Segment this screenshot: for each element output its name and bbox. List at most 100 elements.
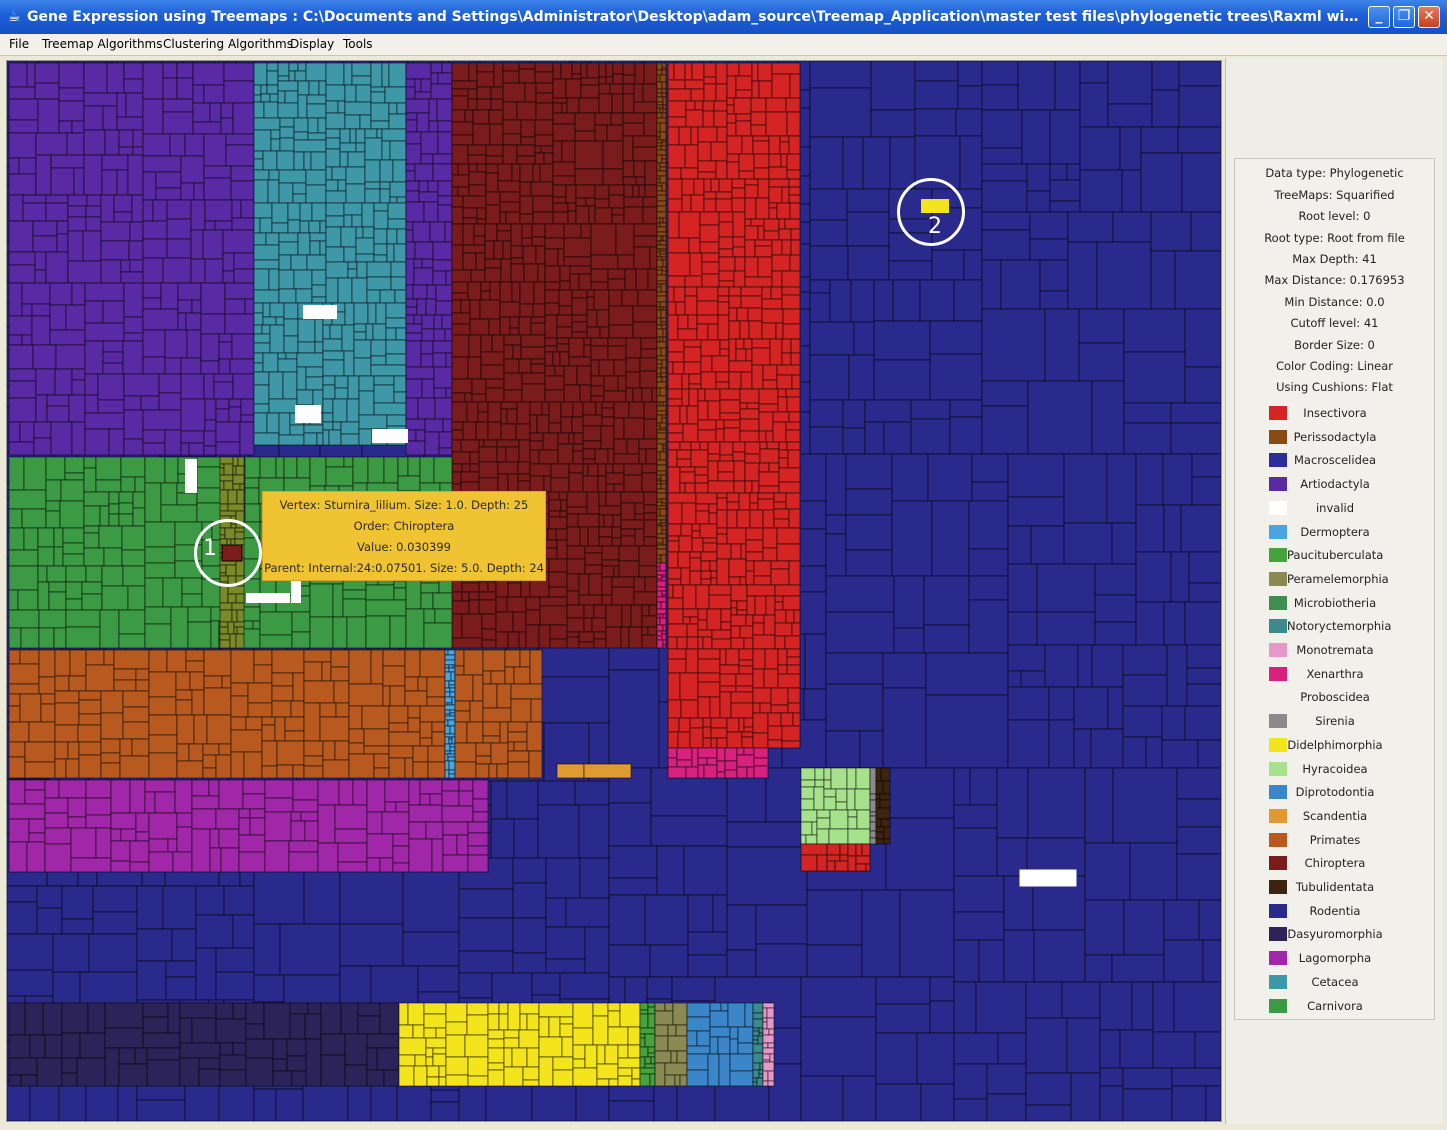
treemap-cell[interactable] xyxy=(711,638,732,650)
treemap-cell[interactable] xyxy=(607,1026,629,1046)
treemap-cell[interactable] xyxy=(660,367,667,374)
treemap-cell[interactable] xyxy=(58,100,85,122)
treemap-cell[interactable] xyxy=(691,537,704,553)
treemap-cell[interactable] xyxy=(667,578,682,586)
treemap-cell[interactable] xyxy=(22,202,47,222)
treemap-cell[interactable] xyxy=(65,609,101,628)
treemap-cell[interactable] xyxy=(478,439,485,448)
treemap-cell[interactable] xyxy=(606,124,624,142)
treemap-cell[interactable] xyxy=(451,591,463,602)
treemap-cell[interactable] xyxy=(421,378,435,399)
treemap-cell[interactable] xyxy=(777,388,787,398)
treemap-cell[interactable] xyxy=(300,811,319,822)
treemap-cell[interactable] xyxy=(384,86,407,104)
treemap-cell[interactable] xyxy=(656,501,663,507)
treemap-cell[interactable] xyxy=(8,489,47,510)
treemap-cell[interactable] xyxy=(869,811,877,817)
treemap-cell[interactable] xyxy=(277,358,298,373)
treemap-cell[interactable] xyxy=(667,1035,688,1052)
treemap-cell[interactable] xyxy=(718,256,736,272)
treemap-cell[interactable] xyxy=(202,743,220,756)
treemap-cell[interactable] xyxy=(319,702,337,718)
treemap-cell[interactable] xyxy=(444,221,453,243)
treemap-cell[interactable] xyxy=(702,636,713,650)
treemap-cell[interactable] xyxy=(981,211,1031,231)
treemap-cell[interactable] xyxy=(517,473,531,482)
treemap-cell[interactable] xyxy=(875,976,931,1005)
treemap-cell[interactable] xyxy=(176,492,198,506)
treemap-cell[interactable] xyxy=(232,456,239,467)
treemap-cell[interactable] xyxy=(707,480,735,494)
treemap-cell[interactable] xyxy=(605,463,614,474)
treemap-cell[interactable] xyxy=(129,840,150,863)
treemap-cell[interactable] xyxy=(875,780,884,795)
treemap-cell[interactable] xyxy=(8,841,28,873)
treemap-cell[interactable] xyxy=(78,713,102,726)
treemap-cell[interactable] xyxy=(104,1027,144,1049)
treemap-cell[interactable] xyxy=(689,252,703,277)
treemap-cell[interactable] xyxy=(364,188,381,204)
treemap-cell[interactable] xyxy=(230,729,263,753)
treemap-cell[interactable] xyxy=(601,565,615,578)
treemap-cell[interactable] xyxy=(290,700,305,718)
treemap-cell[interactable] xyxy=(8,380,37,399)
treemap-cell[interactable] xyxy=(253,62,268,86)
treemap-cell[interactable] xyxy=(830,767,848,790)
treemap-cell[interactable] xyxy=(618,560,640,578)
treemap-cell[interactable] xyxy=(222,229,255,254)
treemap-cell[interactable] xyxy=(8,98,39,121)
treemap-cell[interactable] xyxy=(499,301,521,318)
treemap-cell[interactable] xyxy=(288,62,299,72)
treemap-cell[interactable] xyxy=(116,116,144,131)
treemap-cell[interactable] xyxy=(388,722,409,733)
treemap-cell[interactable] xyxy=(690,449,709,468)
treemap-cell[interactable] xyxy=(437,120,453,133)
treemap-cell[interactable] xyxy=(697,636,704,650)
treemap-cell[interactable] xyxy=(432,163,453,182)
treemap-cell[interactable] xyxy=(529,414,538,434)
treemap-cell[interactable] xyxy=(529,401,543,416)
treemap-cell[interactable] xyxy=(981,163,1028,182)
treemap-cell[interactable] xyxy=(753,575,772,586)
treemap-cell[interactable] xyxy=(519,1002,540,1015)
treemap-cell[interactable] xyxy=(566,617,585,633)
treemap-cell[interactable] xyxy=(856,809,871,830)
treemap-cell[interactable] xyxy=(566,590,580,606)
treemap-cell[interactable] xyxy=(340,433,360,446)
treemap-cell[interactable] xyxy=(522,1066,540,1081)
treemap-cell[interactable] xyxy=(499,721,509,744)
treemap-cell[interactable] xyxy=(445,270,453,286)
treemap-cell[interactable] xyxy=(667,636,678,650)
treemap-cell[interactable] xyxy=(232,1002,247,1020)
treemap-cell[interactable] xyxy=(662,401,667,407)
treemap-cell[interactable] xyxy=(1184,366,1221,404)
treemap-cell[interactable] xyxy=(656,845,685,896)
treemap-cell[interactable] xyxy=(885,817,955,891)
treemap-cell[interactable] xyxy=(809,188,848,221)
treemap-cell[interactable] xyxy=(639,1027,656,1035)
treemap-cell[interactable] xyxy=(914,80,959,110)
treemap-cell[interactable] xyxy=(432,352,447,368)
treemap-cell[interactable] xyxy=(544,289,560,304)
treemap-cell[interactable] xyxy=(656,395,667,403)
treemap-cell[interactable] xyxy=(445,352,453,368)
treemap-cell[interactable] xyxy=(20,627,40,649)
treemap-cell[interactable] xyxy=(1170,551,1190,603)
treemap-cell[interactable] xyxy=(800,1075,844,1121)
treemap-cell[interactable] xyxy=(24,741,56,763)
treemap-cell[interactable] xyxy=(381,811,410,835)
treemap-cell[interactable] xyxy=(385,302,407,319)
treemap-cell[interactable] xyxy=(611,526,622,539)
treemap-cell[interactable] xyxy=(1020,670,1046,688)
treemap-cell[interactable] xyxy=(322,398,334,414)
treemap-cell[interactable] xyxy=(113,211,133,223)
treemap-cell[interactable] xyxy=(67,230,84,262)
treemap-cell[interactable] xyxy=(405,418,426,431)
treemap-cell[interactable] xyxy=(435,1027,447,1039)
treemap-cell[interactable] xyxy=(678,535,693,553)
treemap-cell[interactable] xyxy=(54,741,69,760)
treemap-cell[interactable] xyxy=(660,145,667,151)
treemap-cell[interactable] xyxy=(574,780,610,806)
treemap-cell[interactable] xyxy=(667,79,686,90)
treemap-cell[interactable] xyxy=(513,741,528,752)
